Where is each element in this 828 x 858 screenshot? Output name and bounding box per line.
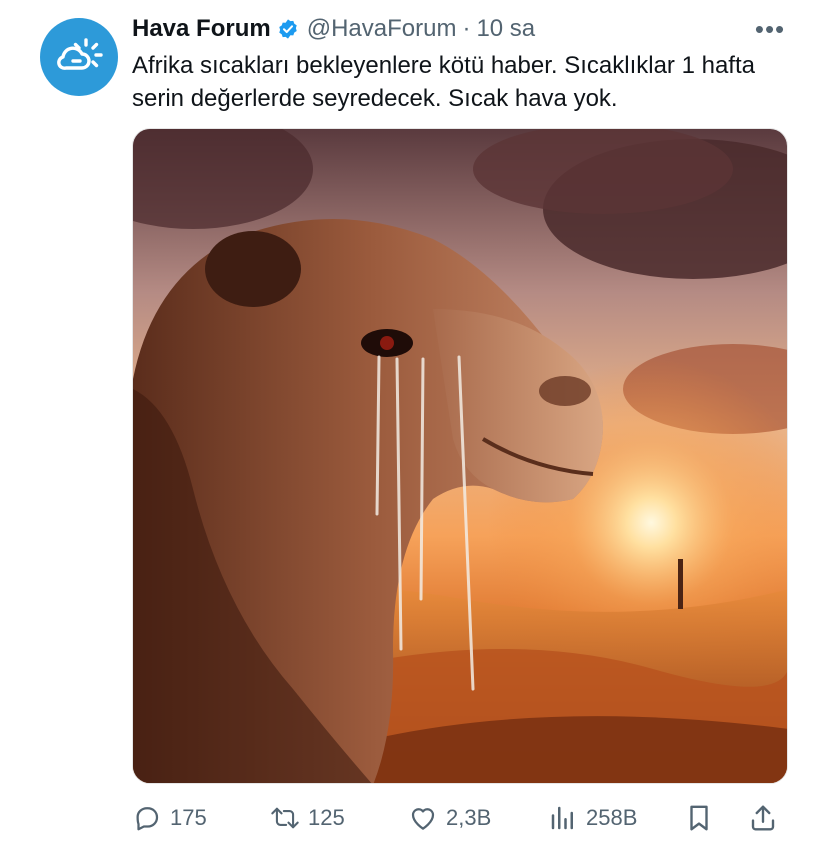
cloud-sun-icon: [57, 38, 103, 70]
tweet: Hava Forum @HavaForum · 10 sa ••• Afrika…: [0, 0, 828, 858]
retweet-count: 125: [308, 805, 345, 830]
bookmark-icon: [684, 803, 714, 833]
bookmark-button[interactable]: [684, 796, 722, 840]
share-button[interactable]: [748, 796, 786, 840]
reply-count: 175: [170, 805, 207, 830]
views-button[interactable]: 258B: [548, 796, 637, 840]
reply-icon: [132, 803, 162, 833]
separator-dot: ·: [462, 15, 471, 42]
like-button[interactable]: 2,3B: [408, 796, 491, 840]
action-bar: 175 125 2,3B 258B: [132, 796, 788, 840]
tweet-media[interactable]: [132, 128, 788, 784]
timestamp[interactable]: 10 sa: [476, 15, 535, 43]
tweet-header: Hava Forum @HavaForum · 10 sa •••: [132, 12, 788, 46]
like-count: 2,3B: [446, 805, 492, 830]
avatar[interactable]: [40, 18, 118, 96]
heart-icon: [408, 803, 438, 833]
views-chart-icon: [548, 803, 578, 833]
display-name[interactable]: Hava Forum: [132, 15, 271, 43]
views-count: 258B: [586, 805, 638, 830]
retweet-button[interactable]: 125: [270, 796, 345, 840]
crying-camel-desert-sunset-image: [133, 129, 787, 783]
verified-badge-icon[interactable]: [277, 18, 299, 40]
retweet-icon: [270, 803, 300, 833]
reply-button[interactable]: 175: [132, 796, 207, 840]
more-options-icon[interactable]: •••: [752, 14, 788, 44]
user-handle[interactable]: @HavaForum: [307, 15, 457, 43]
share-icon: [748, 803, 778, 833]
tweet-text: Afrika sıcakları bekleyenlere kötü haber…: [132, 52, 755, 112]
